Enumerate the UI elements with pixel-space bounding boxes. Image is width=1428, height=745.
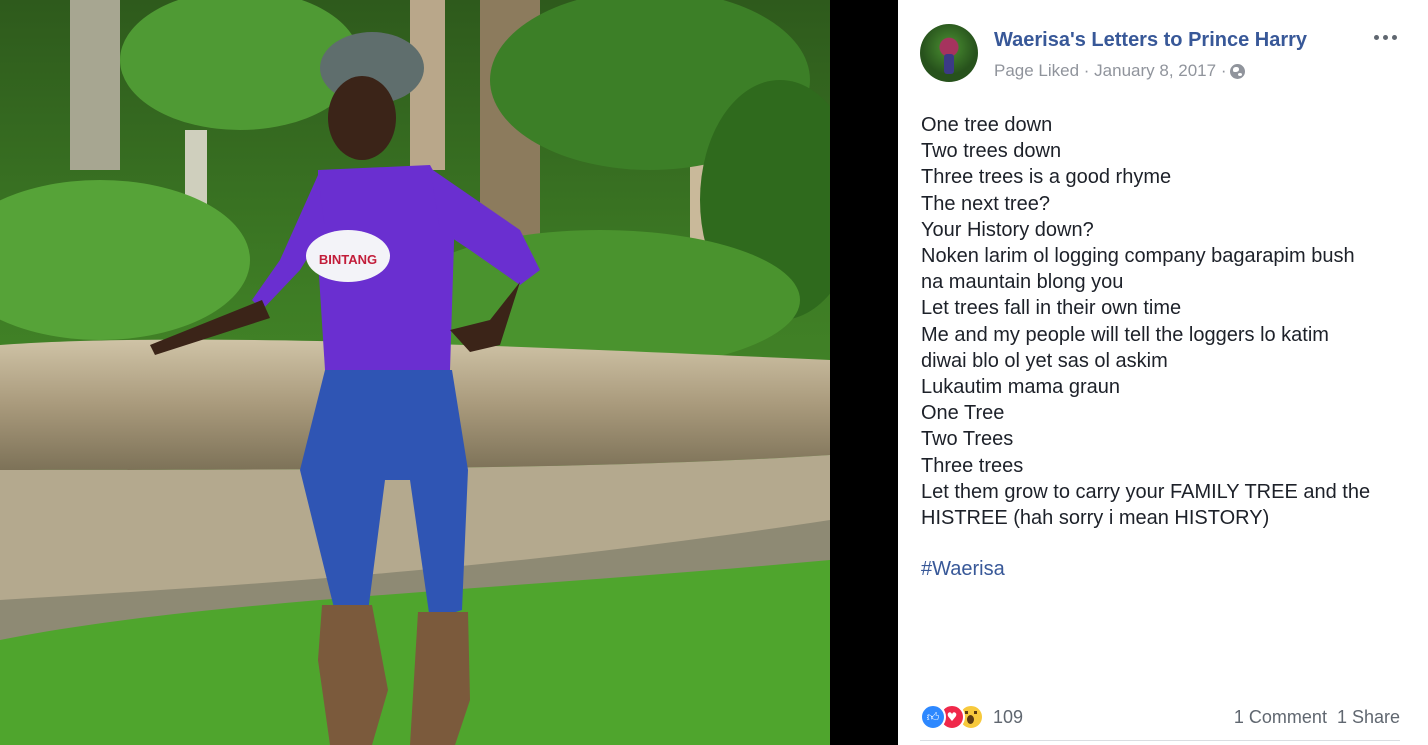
reaction-count[interactable]: 109: [993, 707, 1023, 728]
globe-icon[interactable]: [1230, 63, 1246, 79]
post-text-line: Let them grow to carry your FAMILY TREE …: [921, 480, 1371, 503]
more-options-icon[interactable]: [1370, 24, 1400, 50]
post-text-line: One tree down: [921, 114, 1053, 136]
page-avatar[interactable]: [920, 24, 978, 82]
shares-link[interactable]: 1 Share: [1337, 707, 1400, 728]
post-text-line: Me and my people will tell the loggers l…: [921, 323, 1329, 346]
post-text-line: Noken larim ol logging company bagarapim…: [921, 245, 1355, 268]
post-photo[interactable]: BINTANG: [0, 0, 898, 745]
post-text: One tree down Two trees down Three trees…: [921, 112, 1413, 531]
post-text-line: Two Trees: [921, 428, 1014, 451]
post-text-line: Three trees: [921, 454, 1024, 477]
page-name-link[interactable]: Waerisa's Letters to Prince Harry: [994, 29, 1307, 52]
post-text-line: HISTREE (hah sorry i mean HISTORY): [921, 507, 1270, 530]
post-text-line: The next tree?: [921, 192, 1050, 215]
post-meta-text: Page Liked · January 8, 2017 ·: [994, 61, 1227, 80]
photo-scene: BINTANG: [0, 0, 898, 745]
divider: [920, 740, 1400, 741]
post-sidebar: Waerisa's Letters to Prince Harry Page L…: [898, 0, 1428, 745]
reactions-summary[interactable]: 👍︎ ♥ 109: [920, 703, 1023, 731]
like-icon: 👍︎: [920, 704, 946, 730]
post-text-line: Your History down?: [921, 218, 1094, 241]
comments-link[interactable]: 1 Comment: [1234, 707, 1327, 728]
comment-share-counts: 1 Comment 1 Share: [1234, 707, 1400, 728]
post-text-line: Let trees fall in their own time: [921, 297, 1182, 320]
post-text-line: Three trees is a good rhyme: [921, 166, 1172, 189]
shirt-logo-text: BINTANG: [319, 252, 377, 267]
post-text-line: diwai blo ol yet sas ol askim: [921, 349, 1168, 372]
post-text-line: Lukautim mama graun: [921, 376, 1120, 399]
post-meta: Page Liked · January 8, 2017 ·: [994, 61, 1246, 81]
post-text-line: One Tree: [921, 402, 1005, 425]
hashtag-link[interactable]: #Waerisa: [921, 558, 1005, 581]
post-text-line: Two trees down: [921, 140, 1062, 163]
post-text-line: na mauntain blong you: [921, 271, 1124, 294]
